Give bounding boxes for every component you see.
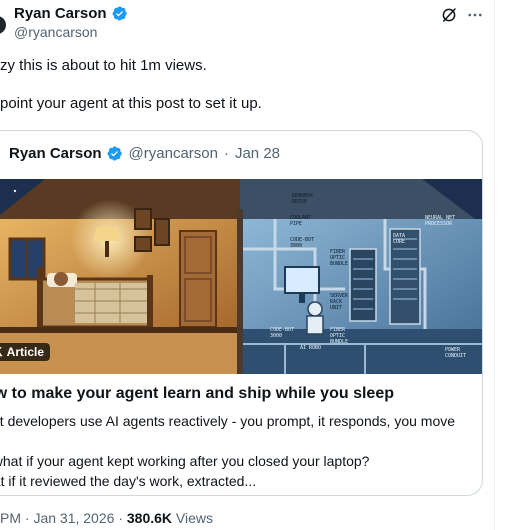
article-snippet-line: ost developers use AI agents reactively … — [0, 413, 456, 429]
image-label: NEURAL NET PROCESSOR — [425, 215, 455, 227]
quoted-tweet-date[interactable]: Jan 28 — [235, 145, 280, 162]
more-icon[interactable] — [466, 6, 484, 24]
quoted-author-handle[interactable]: @ryancarson — [129, 145, 218, 162]
x-logo-icon: 𝕏 — [0, 345, 3, 359]
author-avatar[interactable] — [0, 16, 6, 34]
views-label: Views — [175, 510, 214, 526]
verified-badge-icon — [112, 6, 127, 21]
article-snippet-line: t what if your agent kept working after … — [0, 453, 370, 469]
quoted-tweet-header: Ryan Carson @ryancarson · Jan 28 — [0, 143, 280, 163]
verified-badge-icon — [107, 146, 122, 161]
quoted-author-name[interactable]: Ryan Carson — [9, 145, 102, 162]
dot-separator: · — [24, 510, 30, 526]
tweet-date[interactable]: Jan 31, 2026 — [33, 510, 114, 526]
author-handle[interactable]: @ryancarson — [14, 24, 97, 40]
grok-icon[interactable] — [440, 6, 458, 24]
timeline-border — [494, 0, 495, 530]
article-title[interactable]: ow to make your agent learn and ship whi… — [0, 385, 482, 403]
quoted-tweet-card[interactable]: Ryan Carson @ryancarson · Jan 28 GEARBOX… — [0, 130, 483, 496]
tweet-text-line: zy this is about to hit 1m views. — [0, 57, 207, 74]
tweet-time[interactable]: PM — [0, 510, 21, 526]
dot-separator: · — [223, 144, 229, 162]
article-snippet: ost developers use AI agents reactively … — [0, 411, 470, 491]
dot-separator: · — [118, 510, 123, 526]
tweet-header: Ryan Carson @ryancarson — [0, 0, 494, 44]
author-name[interactable]: Ryan Carson — [14, 5, 107, 22]
article-badge-label: Article — [6, 345, 45, 359]
views-count: 380.6K — [126, 510, 173, 526]
article-snippet-line: hat if it reviewed the day's work, extra… — [0, 473, 257, 489]
article-badge: 𝕏 Article — [0, 343, 51, 361]
tweet-text-line: point your agent at this post to set it … — [0, 95, 262, 112]
image-label: AI ROBO — [300, 345, 321, 351]
article-snippet-line: . — [0, 431, 470, 451]
article-cover-image[interactable]: GEARBOX DRIVE COOLANT PIPE CODE-BOT 3000 FI… — [0, 179, 482, 374]
image-label: DATA CORE — [393, 233, 405, 245]
tweet-text: zy this is about to hit 1m views. point … — [0, 56, 490, 114]
tweet-meta: PM · Jan 31, 2026 · 380.6K Views — [0, 510, 213, 526]
author-name-row: Ryan Carson — [14, 5, 128, 22]
